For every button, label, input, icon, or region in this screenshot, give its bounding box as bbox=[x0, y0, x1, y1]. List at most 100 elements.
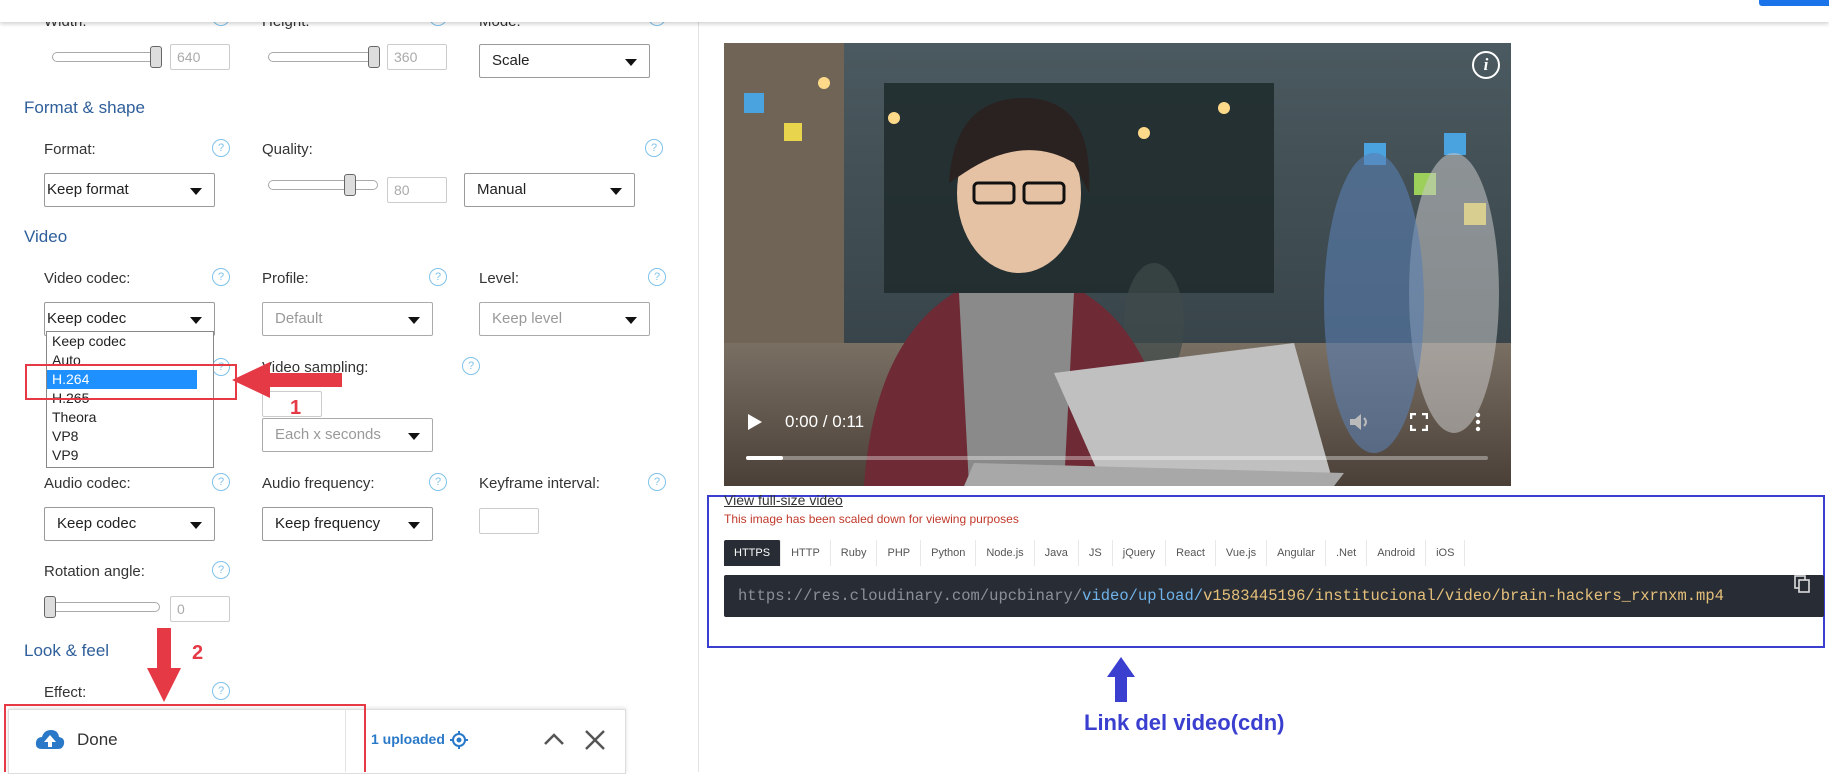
url-asset-path: v1583445196/institucional/video/brain-ha… bbox=[1203, 587, 1724, 605]
tab-ruby[interactable]: Ruby bbox=[831, 540, 878, 566]
rotation-angle-label: Rotation angle: bbox=[44, 563, 145, 580]
panel-divider bbox=[698, 22, 699, 772]
url-base: https://res.cloudinary.com/upcbinary/ bbox=[738, 587, 1083, 605]
target-icon[interactable] bbox=[450, 731, 468, 749]
tab-ios[interactable]: iOS bbox=[1426, 540, 1466, 566]
width-input[interactable]: 640 bbox=[170, 44, 230, 70]
video-progress-fill bbox=[746, 456, 784, 460]
tab-jquery[interactable]: jQuery bbox=[1113, 540, 1167, 566]
uploaded-count-link[interactable]: 1 uploaded bbox=[371, 731, 445, 747]
mode-select[interactable]: Scale bbox=[479, 44, 650, 78]
help-icon[interactable]: ? bbox=[648, 473, 666, 491]
height-input[interactable]: 360 bbox=[387, 44, 447, 70]
fullscreen-icon[interactable] bbox=[1410, 413, 1428, 431]
help-icon[interactable]: ? bbox=[212, 561, 230, 579]
codec-option[interactable]: Theora bbox=[47, 408, 213, 427]
audio-codec-select[interactable]: Keep codec bbox=[44, 507, 215, 541]
width-slider-thumb[interactable] bbox=[150, 46, 162, 68]
video-codec-value: Keep codec bbox=[47, 310, 127, 327]
chevron-down-icon bbox=[610, 188, 622, 195]
video-player[interactable]: i 0:00 / 0:11 bbox=[724, 43, 1511, 486]
chevron-down-icon bbox=[408, 522, 420, 529]
view-full-size-link[interactable]: View full-size video bbox=[724, 492, 843, 508]
url-code-box[interactable]: https://res.cloudinary.com/upcbinary/vid… bbox=[724, 575, 1824, 617]
tab-http[interactable]: HTTP bbox=[781, 540, 831, 566]
rotation-input[interactable]: 0 bbox=[170, 596, 230, 622]
chevron-down-icon bbox=[408, 317, 420, 324]
top-bar bbox=[0, 0, 1829, 22]
tab-react[interactable]: React bbox=[1166, 540, 1216, 566]
profile-select[interactable]: Default bbox=[262, 302, 433, 336]
help-icon[interactable]: ? bbox=[212, 268, 230, 286]
height-slider-thumb[interactable] bbox=[368, 46, 380, 68]
close-icon[interactable] bbox=[584, 729, 606, 751]
height-slider[interactable] bbox=[268, 52, 378, 62]
tab-angular[interactable]: Angular bbox=[1267, 540, 1326, 566]
annotation-highlight-box bbox=[25, 364, 237, 400]
annotation-arrow-left-icon bbox=[232, 362, 342, 398]
annotation-link-caption: Link del video(cdn) bbox=[1084, 710, 1285, 735]
play-icon[interactable] bbox=[747, 413, 763, 431]
chevron-up-icon[interactable] bbox=[543, 731, 565, 747]
scaled-note: This image has been scaled down for view… bbox=[724, 512, 1019, 526]
codec-option[interactable]: VP8 bbox=[47, 427, 213, 446]
mode-select-value: Scale bbox=[492, 52, 530, 69]
section-video: Video bbox=[24, 227, 68, 246]
help-icon[interactable]: ? bbox=[429, 473, 447, 491]
chevron-down-icon bbox=[625, 59, 637, 66]
help-icon[interactable]: ? bbox=[212, 473, 230, 491]
section-format-shape: Format & shape bbox=[24, 98, 145, 117]
tab-android[interactable]: Android bbox=[1367, 540, 1427, 566]
quality-mode-select[interactable]: Manual bbox=[464, 173, 635, 207]
top-action-button[interactable] bbox=[1759, 0, 1829, 6]
chevron-down-icon bbox=[190, 317, 202, 324]
profile-value: Default bbox=[275, 310, 323, 327]
quality-slider[interactable] bbox=[268, 180, 378, 190]
audio-frequency-select[interactable]: Keep frequency bbox=[262, 507, 433, 541]
tab-js[interactable]: JS bbox=[1079, 540, 1113, 566]
annotation-upload-highlight-box bbox=[4, 704, 366, 772]
profile-label: Profile: bbox=[262, 270, 309, 287]
quality-input[interactable]: 80 bbox=[387, 177, 447, 203]
annotation-step-1: 1 bbox=[290, 397, 302, 419]
tab-dotnet[interactable]: .Net bbox=[1326, 540, 1368, 566]
rotation-slider[interactable] bbox=[46, 602, 160, 612]
quality-slider-thumb[interactable] bbox=[344, 174, 356, 196]
section-look-feel: Look & feel bbox=[24, 641, 110, 660]
volume-icon[interactable] bbox=[1348, 413, 1372, 431]
tab-java[interactable]: Java bbox=[1035, 540, 1079, 566]
tab-vuejs[interactable]: Vue.js bbox=[1216, 540, 1268, 566]
annotation-arrow-up-icon bbox=[1107, 657, 1135, 702]
help-icon[interactable]: ? bbox=[429, 268, 447, 286]
help-icon[interactable]: ? bbox=[645, 139, 663, 157]
video-progress-bar[interactable] bbox=[746, 456, 1488, 460]
tab-https[interactable]: HTTPS bbox=[724, 540, 782, 566]
tab-python[interactable]: Python bbox=[921, 540, 977, 566]
more-options-icon[interactable] bbox=[1474, 412, 1482, 432]
video-sampling-select[interactable]: Each x seconds bbox=[262, 418, 433, 452]
help-icon[interactable]: ? bbox=[462, 357, 480, 375]
annotation-step-2: 2 bbox=[192, 642, 204, 664]
level-select[interactable]: Keep level bbox=[479, 302, 650, 336]
format-select[interactable]: Keep format bbox=[44, 173, 215, 207]
help-icon[interactable]: ? bbox=[212, 139, 230, 157]
tab-nodejs[interactable]: Node.js bbox=[976, 540, 1035, 566]
chevron-down-icon bbox=[625, 317, 637, 324]
info-icon[interactable]: i bbox=[1472, 51, 1500, 79]
help-icon[interactable]: ? bbox=[648, 268, 666, 286]
audio-frequency-value: Keep frequency bbox=[275, 515, 381, 532]
video-codec-label: Video codec: bbox=[44, 270, 131, 287]
codec-option[interactable]: VP9 bbox=[47, 446, 213, 465]
annotation-arrow-down-icon bbox=[147, 628, 181, 702]
help-icon[interactable]: ? bbox=[212, 682, 230, 700]
keyframe-interval-input[interactable] bbox=[479, 508, 539, 534]
url-resource-path: video/upload/ bbox=[1082, 587, 1204, 605]
width-slider[interactable] bbox=[52, 52, 160, 62]
rotation-slider-thumb[interactable] bbox=[44, 596, 56, 618]
audio-codec-value: Keep codec bbox=[57, 515, 137, 532]
chevron-down-icon bbox=[190, 522, 202, 529]
code-language-tabs: HTTPS HTTP Ruby PHP Python Node.js Java JS jQuer… bbox=[724, 540, 1466, 566]
tab-php[interactable]: PHP bbox=[877, 540, 922, 566]
copy-icon[interactable] bbox=[1794, 575, 1810, 593]
codec-option[interactable]: Keep codec bbox=[47, 332, 213, 351]
